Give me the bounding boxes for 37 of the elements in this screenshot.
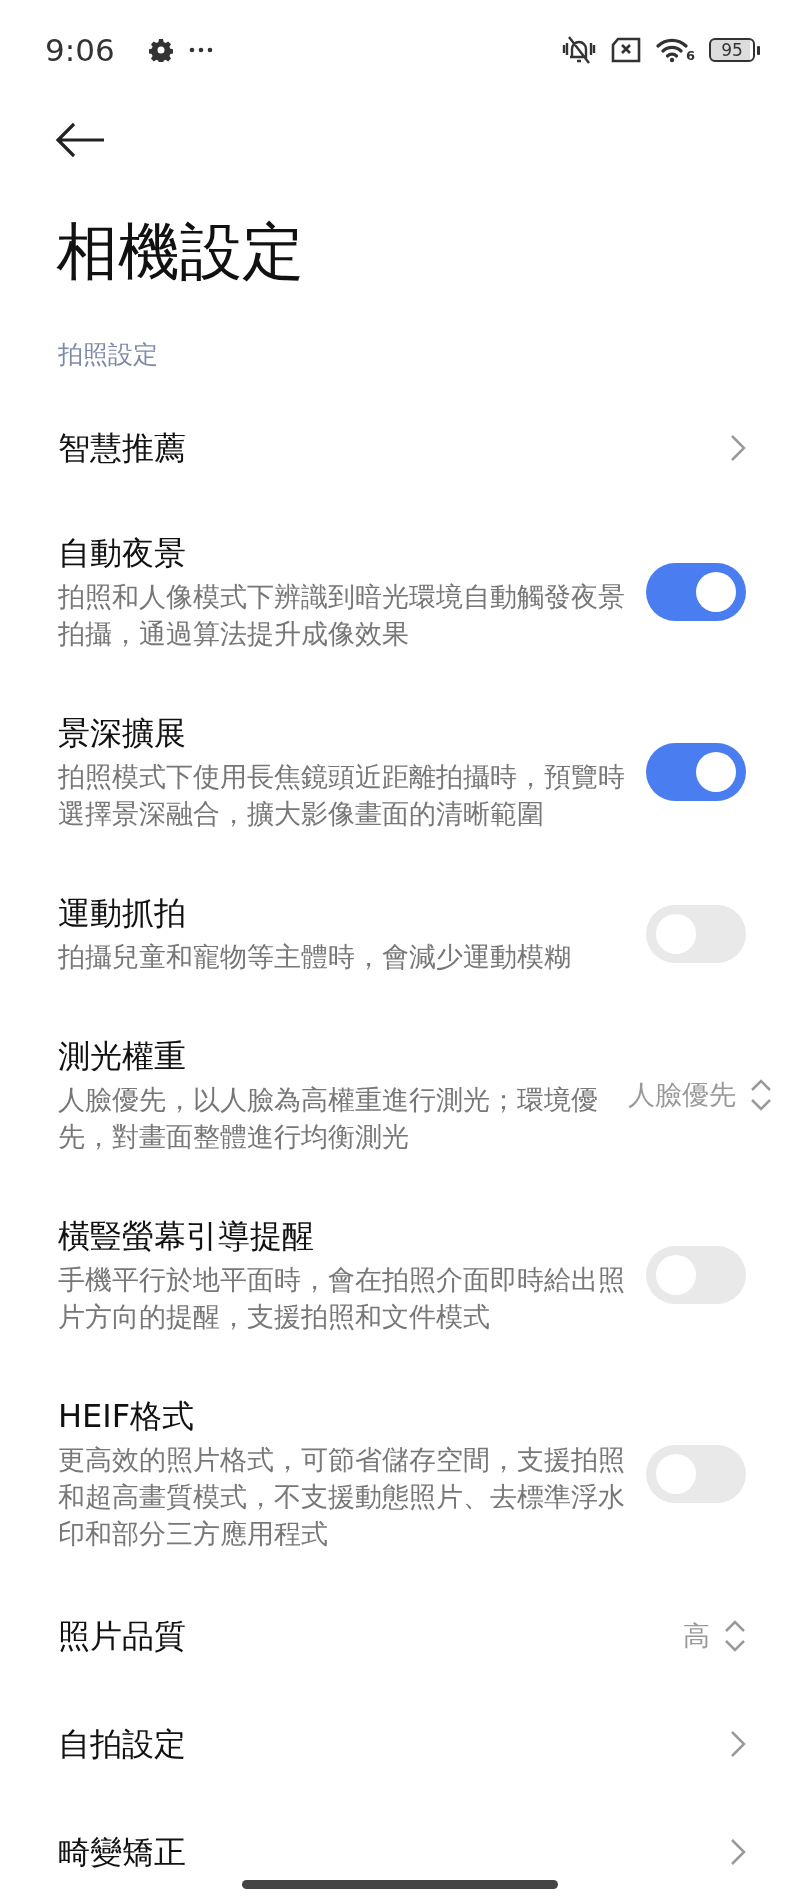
toggle-switch[interactable] bbox=[646, 743, 746, 801]
chevron-right-icon bbox=[730, 1838, 746, 1866]
setting-title[interactable]: 自動夜景 bbox=[58, 532, 646, 574]
chevron-right-icon bbox=[730, 434, 746, 462]
up-down-icon bbox=[724, 1619, 746, 1653]
setting-value: 高 bbox=[683, 1619, 710, 1653]
setting-title[interactable]: 橫豎螢幕引導提醒 bbox=[58, 1215, 646, 1257]
home-indicator[interactable] bbox=[242, 1880, 558, 1889]
setting-description: 人臉優先，以人臉為高權重進行測光；環境優先，對畫面整體進行均衡測光 bbox=[58, 1083, 599, 1154]
setting-value: 人臉優先 bbox=[628, 1078, 736, 1112]
setting-title[interactable]: 測光權重 bbox=[58, 1035, 628, 1077]
chevron-right-icon bbox=[730, 1730, 746, 1758]
more-icon bbox=[188, 47, 213, 53]
clock-time: 9:06 bbox=[45, 32, 115, 68]
setting-title[interactable]: 自拍設定 bbox=[58, 1723, 730, 1765]
sim-error-icon bbox=[609, 37, 642, 63]
setting-title[interactable]: 運動抓拍 bbox=[58, 892, 646, 934]
wifi-standard-label: 6 bbox=[685, 48, 695, 63]
setting-title[interactable]: 畸變矯正 bbox=[58, 1831, 730, 1870]
up-down-icon bbox=[750, 1078, 772, 1112]
setting-title[interactable]: HEIF格式 bbox=[58, 1395, 646, 1437]
setting-description: 更高效的照片格式，可節省儲存空間，支援拍照和超高畫質模式，不支援動態照片、去標準浮水印和部分三方應用程式 bbox=[58, 1443, 626, 1551]
battery-level: 95 bbox=[709, 38, 755, 62]
setting-title[interactable]: 智慧推薦 bbox=[58, 427, 730, 469]
section-header: 拍照設定 bbox=[58, 339, 159, 371]
setting-description: 拍照和人像模式下辨識到暗光環境自動觸發夜景拍攝，通過算法提升成像效果 bbox=[58, 580, 626, 651]
setting-description: 拍照模式下使用長焦鏡頭近距離拍攝時，預覽時選擇景深融合，擴大影像畫面的清晰範圍 bbox=[58, 760, 626, 831]
muted-bell-icon bbox=[561, 35, 596, 65]
page-title: 相機設定 bbox=[56, 214, 305, 290]
wifi-icon bbox=[655, 37, 688, 63]
setting-title[interactable]: 照片品質 bbox=[58, 1615, 683, 1657]
setting-title[interactable]: 景深擴展 bbox=[58, 712, 646, 754]
setting-description: 手機平行於地平面時，會在拍照介面即時給出照片方向的提醒，支援拍照和文件模式 bbox=[58, 1263, 626, 1334]
settings-icon bbox=[148, 38, 173, 62]
back-icon[interactable] bbox=[54, 120, 106, 160]
toggle-switch[interactable] bbox=[646, 563, 746, 621]
setting-description: 拍攝兒童和寵物等主體時，會減少運動模糊 bbox=[58, 940, 572, 974]
